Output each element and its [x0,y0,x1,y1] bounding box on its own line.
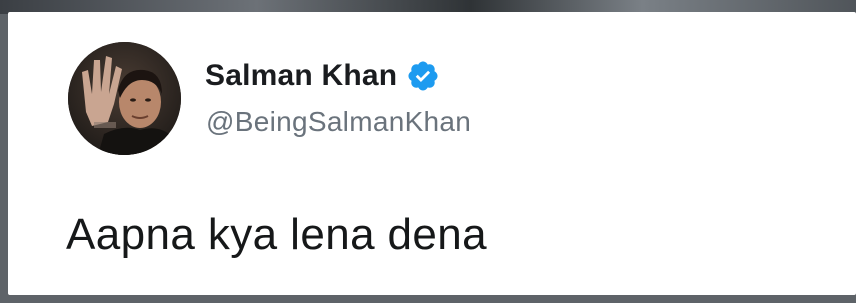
profile-photo-icon [68,42,181,155]
avatar[interactable] [68,42,181,155]
verified-badge-icon [406,59,440,93]
author-name-row[interactable]: Salman Khan [205,56,440,96]
author-display-name[interactable]: Salman Khan [205,59,397,93]
tweet-text: Aapna kya lena dena [66,210,488,259]
author-handle[interactable]: @BeingSalmanKhan [206,106,471,138]
tweet-card[interactable]: Salman Khan @BeingSalmanKhan Aapna kya l… [8,12,856,295]
